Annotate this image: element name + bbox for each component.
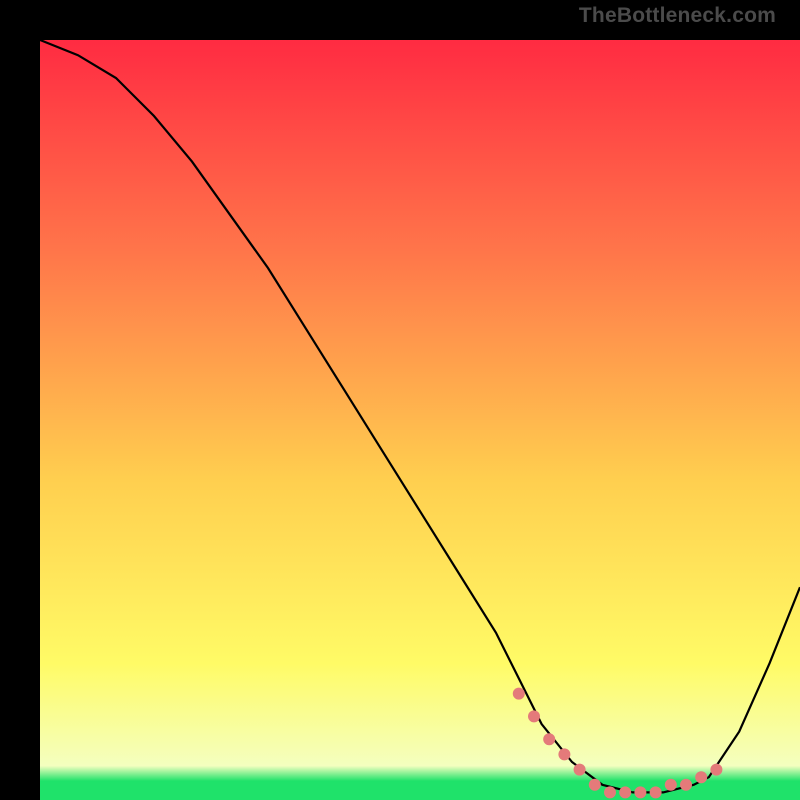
marker-dot (528, 710, 540, 722)
marker-dot (574, 764, 586, 776)
marker-dot (665, 779, 677, 791)
marker-dot (695, 771, 707, 783)
marker-dot (589, 779, 601, 791)
marker-dot (650, 786, 662, 798)
marker-dot (680, 779, 692, 791)
marker-dot (619, 786, 631, 798)
chart-frame (20, 20, 780, 780)
marker-dot (710, 764, 722, 776)
bottleneck-chart (40, 40, 800, 800)
marker-dot (604, 786, 616, 798)
watermark-text: TheBottleneck.com (579, 4, 776, 28)
gradient-background (40, 40, 800, 800)
marker-dot (513, 688, 525, 700)
marker-dot (543, 733, 555, 745)
marker-dot (558, 748, 570, 760)
marker-dot (634, 786, 646, 798)
